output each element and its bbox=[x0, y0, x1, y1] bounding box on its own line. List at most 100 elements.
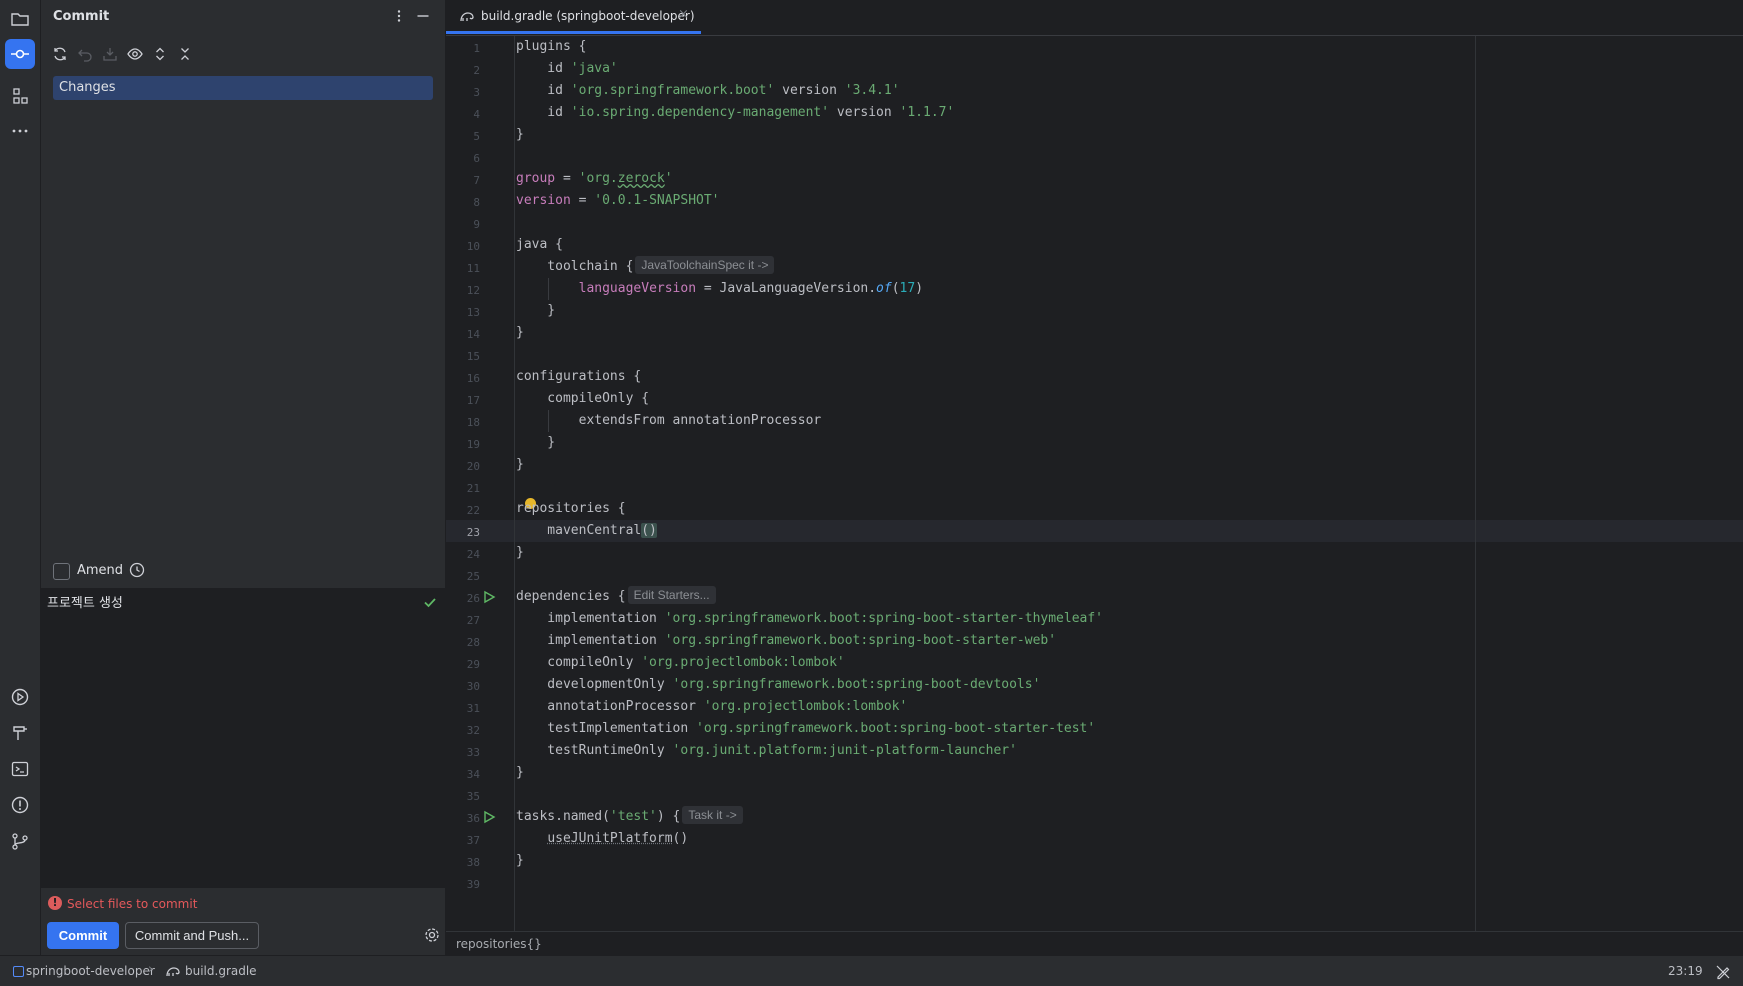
code-line-36: tasks.named('test') {Task it -> bbox=[516, 806, 743, 828]
changes-node[interactable]: Changes bbox=[53, 76, 433, 100]
check-icon bbox=[423, 595, 437, 609]
amend-label[interactable]: Amend bbox=[77, 563, 123, 578]
minimize-button[interactable] bbox=[413, 6, 433, 26]
code-line-13: } bbox=[516, 300, 555, 322]
code-text: implementation bbox=[516, 633, 665, 648]
commit-button[interactable]: Commit bbox=[47, 922, 119, 949]
vertical-dots-icon bbox=[392, 9, 406, 23]
code-line-26: dependencies {Edit Starters... bbox=[516, 586, 716, 608]
code-text: ) { bbox=[657, 809, 680, 824]
run-icon[interactable] bbox=[482, 590, 496, 604]
code-text: } bbox=[516, 325, 524, 340]
git-tool-button[interactable] bbox=[5, 826, 35, 856]
run-tool-button[interactable] bbox=[5, 682, 35, 712]
commit-message-field[interactable]: 프로젝트 생성 bbox=[41, 588, 445, 888]
collapse-icon bbox=[177, 46, 193, 62]
code-text: } bbox=[516, 765, 524, 780]
code-string: '3.4.1' bbox=[845, 83, 900, 98]
line-gutter: 1 2 3 4 5 6 7 8 9 10 11 12 13 14 15 16 17 18 19 20 21 22 23 24 2… bbox=[446, 36, 515, 931]
run-icon[interactable] bbox=[482, 810, 496, 824]
project-icon bbox=[13, 966, 24, 977]
code-string: 'org.springframework.boot:spring-boot-st… bbox=[665, 611, 1103, 626]
line-number: 15 bbox=[440, 350, 480, 363]
line-number: 22 bbox=[440, 504, 480, 517]
code-string: '1.1.7' bbox=[900, 105, 955, 120]
code-string: 'org. bbox=[579, 171, 618, 186]
code-line-24: } bbox=[516, 542, 524, 564]
code-line-32: testImplementation 'org.springframework.… bbox=[516, 718, 1095, 740]
show-diff-button[interactable] bbox=[124, 43, 146, 65]
run-icon bbox=[10, 687, 30, 707]
code-line-20: } bbox=[516, 454, 524, 476]
amend-checkbox[interactable] bbox=[53, 563, 70, 580]
project-tool-button[interactable] bbox=[5, 4, 35, 34]
close-icon[interactable]: × bbox=[678, 7, 689, 22]
problems-icon bbox=[10, 795, 30, 815]
rollback-button[interactable] bbox=[74, 43, 96, 65]
gear-icon[interactable] bbox=[423, 926, 441, 944]
expand-icon bbox=[152, 46, 168, 62]
code-string-typo: zerock bbox=[618, 171, 665, 186]
terminal-tool-button[interactable] bbox=[5, 754, 35, 784]
editor-tab[interactable]: build.gradle (springboot-developer) × bbox=[446, 0, 701, 34]
code-field: group bbox=[516, 171, 555, 186]
commit-tool-button[interactable] bbox=[5, 39, 35, 69]
tool-window-strip bbox=[0, 0, 41, 955]
line-number: 23 bbox=[440, 526, 480, 539]
options-button[interactable] bbox=[389, 6, 409, 26]
expand-all-button[interactable] bbox=[149, 43, 171, 65]
code-method: useJUnitPlatform bbox=[547, 831, 672, 846]
inlay-hint: JavaToolchainSpec it -> bbox=[635, 256, 774, 274]
line-number: 39 bbox=[440, 878, 480, 891]
line-number: 18 bbox=[440, 416, 480, 429]
structure-tool-button[interactable] bbox=[5, 81, 35, 111]
refresh-button[interactable] bbox=[49, 43, 71, 65]
code-text: repositories { bbox=[516, 501, 626, 516]
commit-and-push-button[interactable]: Commit and Push... bbox=[125, 922, 259, 949]
shelve-button[interactable] bbox=[99, 43, 121, 65]
code-line-19: } bbox=[516, 432, 555, 454]
refresh-icon bbox=[52, 46, 68, 62]
structure-icon bbox=[10, 86, 30, 106]
terminal-icon bbox=[10, 759, 30, 779]
line-number: 37 bbox=[440, 834, 480, 847]
line-number: 28 bbox=[440, 636, 480, 649]
line-number: 4 bbox=[440, 108, 480, 121]
history-icon[interactable] bbox=[128, 561, 146, 579]
line-number: 16 bbox=[440, 372, 480, 385]
code-string: 'org.projectlombok:lombok' bbox=[704, 699, 908, 714]
code-line-11: toolchain {JavaToolchainSpec it -> bbox=[516, 256, 774, 278]
panel-title: Commit bbox=[53, 9, 109, 24]
code-string: 'org.springframework.boot:spring-boot-de… bbox=[673, 677, 1041, 692]
code-line-17: compileOnly { bbox=[516, 388, 649, 410]
line-number: 34 bbox=[440, 768, 480, 781]
build-tool-button[interactable] bbox=[5, 718, 35, 748]
commit-message-text[interactable]: 프로젝트 생성 bbox=[47, 592, 123, 611]
caret-position[interactable]: 23:19 bbox=[1668, 964, 1703, 978]
code-line-2: id 'java' bbox=[516, 58, 618, 80]
warning-message: Select files to commit bbox=[67, 897, 197, 911]
gradle-icon bbox=[165, 964, 181, 980]
git-branch-icon bbox=[10, 831, 30, 851]
status-project[interactable]: springboot-developer bbox=[26, 964, 155, 978]
collapse-all-button[interactable] bbox=[174, 43, 196, 65]
status-file[interactable]: build.gradle bbox=[185, 964, 257, 978]
line-number: 24 bbox=[440, 548, 480, 561]
inlay-hint: Task it -> bbox=[682, 806, 742, 824]
more-tools-button[interactable] bbox=[5, 116, 35, 146]
readonly-icon[interactable] bbox=[1715, 964, 1731, 980]
code-text: = bbox=[555, 171, 578, 186]
code-text: toolchain { bbox=[516, 259, 633, 274]
code-line-7: group = 'org.zerock' bbox=[516, 168, 673, 190]
edit-starters-hint[interactable]: Edit Starters... bbox=[628, 586, 716, 604]
code-line-33: testRuntimeOnly 'org.junit.platform:juni… bbox=[516, 740, 1017, 762]
line-number: 35 bbox=[440, 790, 480, 803]
code-field: languageVersion bbox=[579, 281, 696, 296]
line-number: 36 bbox=[440, 812, 480, 825]
problems-tool-button[interactable] bbox=[5, 790, 35, 820]
code-string: '0.0.1-SNAPSHOT' bbox=[594, 193, 719, 208]
breadcrumb-item[interactable]: repositories{} bbox=[456, 937, 542, 951]
code-string: ' bbox=[665, 171, 673, 186]
code-line-34: } bbox=[516, 762, 524, 784]
code-string: 'test' bbox=[610, 809, 657, 824]
